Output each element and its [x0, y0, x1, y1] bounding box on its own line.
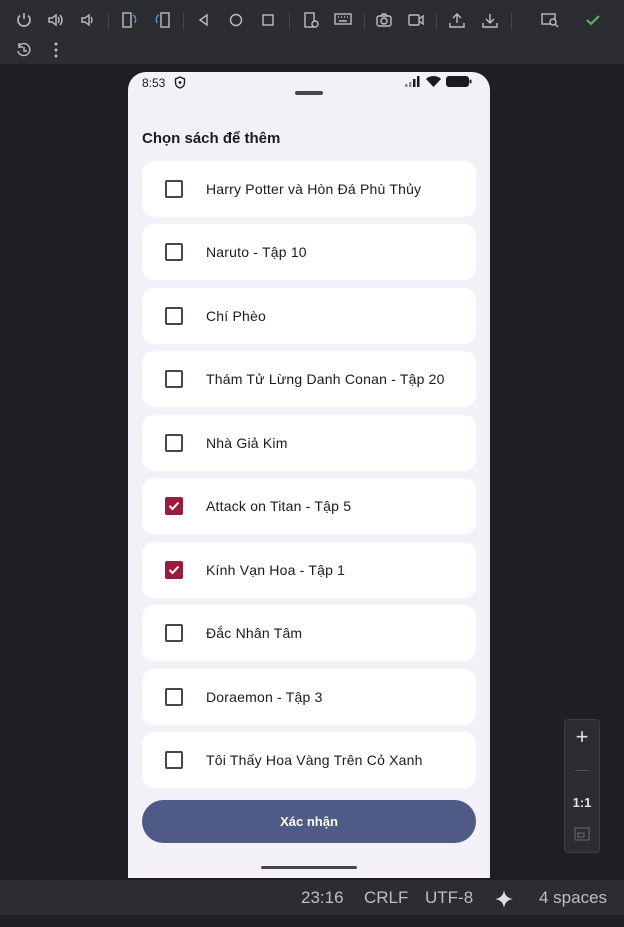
book-title: Kính Vạn Hoa - Tập 1: [206, 562, 346, 578]
checkbox[interactable]: [165, 370, 183, 388]
taskbar-strip: [0, 915, 624, 927]
rotate-left-icon[interactable]: [118, 8, 142, 32]
cursor-position[interactable]: 23:16: [301, 888, 344, 908]
more-icon[interactable]: [44, 38, 68, 62]
checkbox[interactable]: [165, 307, 183, 325]
book-item[interactable]: Doraemon - Tập 3: [142, 669, 476, 725]
volume-up-icon[interactable]: [44, 8, 68, 32]
book-title: Thám Tử Lừng Danh Conan - Tập 20: [206, 371, 445, 387]
book-title: Attack on Titan - Tập 5: [206, 498, 352, 514]
book-item[interactable]: Thám Tử Lừng Danh Conan - Tập 20: [142, 351, 476, 407]
book-title: Đắc Nhân Tâm: [206, 625, 303, 641]
zoom-panel: + — 1:1: [564, 719, 600, 853]
home-icon[interactable]: [224, 8, 248, 32]
sheet-title: Chọn sách để thêm: [142, 130, 281, 147]
book-item[interactable]: Harry Potter và Hòn Đá Phù Thủy: [142, 161, 476, 217]
volume-down-icon[interactable]: [76, 8, 100, 32]
keyboard-icon[interactable]: [331, 8, 355, 32]
book-title: Tôi Thấy Hoa Vàng Trên Cỏ Xanh: [206, 752, 423, 768]
emulator-toolbar: [0, 0, 624, 64]
toolbar-divider: [436, 12, 437, 30]
download-icon[interactable]: [478, 8, 502, 32]
line-ending[interactable]: CRLF: [364, 888, 408, 908]
zoom-fit-icon[interactable]: [565, 819, 599, 849]
checkbox[interactable]: [165, 751, 183, 769]
toolbar-divider: [511, 12, 512, 30]
checkbox[interactable]: [165, 624, 183, 642]
record-icon[interactable]: [404, 8, 428, 32]
book-item[interactable]: Đắc Nhân Tâm: [142, 605, 476, 661]
gesture-nav-bar[interactable]: [261, 866, 357, 869]
drag-handle[interactable]: [295, 91, 323, 95]
book-item[interactable]: Attack on Titan - Tập 5: [142, 478, 476, 534]
status-icons: [405, 76, 472, 87]
device-screen: 8:53 Chọn sách để thêm Harry Potter và H…: [128, 72, 490, 878]
indent-setting[interactable]: 4 spaces: [539, 888, 607, 908]
power-icon[interactable]: [12, 8, 36, 32]
checkbox[interactable]: [165, 243, 183, 261]
overview-icon[interactable]: [256, 8, 280, 32]
zoom-actual-size-button[interactable]: 1:1: [565, 787, 599, 817]
battery-icon: [446, 76, 472, 87]
toolbar-divider: [108, 12, 109, 30]
toolbar-divider: [364, 12, 365, 30]
checkmark-icon: [168, 501, 180, 511]
book-title: Chí Phèo: [206, 308, 266, 324]
checkbox-checked[interactable]: [165, 497, 183, 515]
toolbar-divider: [183, 12, 184, 30]
file-encoding[interactable]: UTF-8: [425, 888, 473, 908]
book-title: Doraemon - Tập 3: [206, 689, 323, 705]
shield-icon: [174, 76, 186, 89]
settings-icon[interactable]: [299, 8, 323, 32]
book-item[interactable]: Tôi Thấy Hoa Vàng Trên Cỏ Xanh: [142, 732, 476, 788]
book-item[interactable]: Nhà Giả Kim: [142, 415, 476, 471]
upload-icon[interactable]: [445, 8, 469, 32]
reset-icon[interactable]: [12, 38, 36, 62]
back-icon[interactable]: [192, 8, 216, 32]
status-time: 8:53: [142, 76, 166, 90]
book-item[interactable]: Chí Phèo: [142, 288, 476, 344]
checkbox[interactable]: [165, 688, 183, 706]
camera-icon[interactable]: [372, 8, 396, 32]
zoom-in-button[interactable]: +: [565, 722, 599, 752]
rotate-right-icon[interactable]: [150, 8, 174, 32]
check-icon[interactable]: [581, 8, 605, 32]
sparkle-icon[interactable]: [494, 889, 514, 909]
book-item[interactable]: Kính Vạn Hoa - Tập 1: [142, 542, 476, 598]
book-item[interactable]: Naruto - Tập 10: [142, 224, 476, 280]
book-title: Naruto - Tập 10: [206, 244, 307, 260]
ide-status-bar: 23:16 CRLF UTF-8 4 spaces: [0, 879, 624, 916]
inspect-icon[interactable]: [538, 8, 562, 32]
book-title: Harry Potter và Hòn Đá Phù Thủy: [206, 181, 422, 197]
wifi-icon: [426, 76, 441, 87]
checkbox-checked[interactable]: [165, 561, 183, 579]
checkbox[interactable]: [165, 434, 183, 452]
toolbar-divider: [289, 12, 290, 30]
confirm-button[interactable]: Xác nhận: [142, 800, 476, 843]
checkmark-icon: [168, 565, 180, 575]
checkbox[interactable]: [165, 180, 183, 198]
zoom-out-button[interactable]: —: [565, 754, 599, 784]
toolbar-row-2: [0, 34, 624, 66]
book-title: Nhà Giả Kim: [206, 435, 288, 451]
signal-icon: [405, 76, 420, 87]
toolbar-row-1: [0, 4, 624, 36]
